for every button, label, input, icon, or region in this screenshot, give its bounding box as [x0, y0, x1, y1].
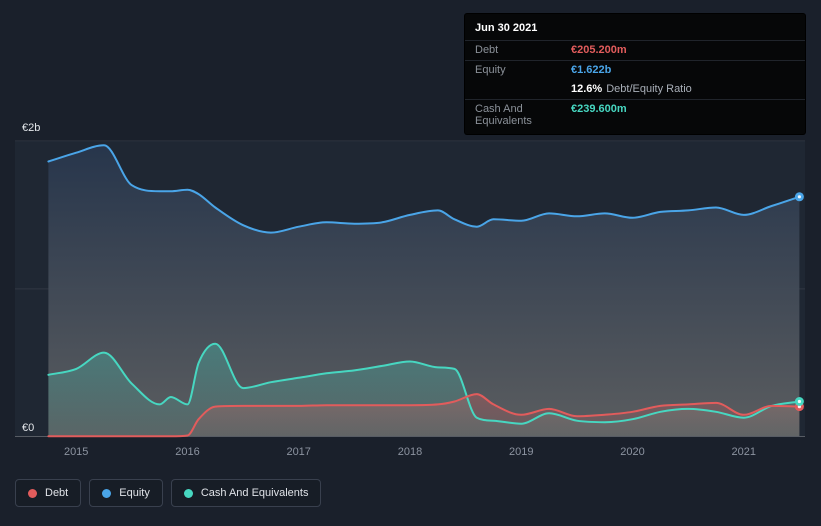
tooltip-ratio-row: 12.6% Debt/Equity Ratio: [465, 80, 805, 99]
legend-label-equity: Equity: [119, 487, 150, 499]
debt-series-swatch: [28, 488, 37, 498]
cash-series-swatch: [183, 488, 193, 498]
equity-series-swatch: [102, 488, 112, 498]
x-axis-label-2017: 2017: [286, 446, 311, 458]
debt-equity-history-page: Jun 30 2021 Debt €205.200m Equity €1.622…: [0, 0, 821, 526]
x-axis-label-2015: 2015: [63, 446, 89, 458]
tooltip-cash-row: Cash And Equivalents €239.600m: [465, 99, 805, 131]
tooltip-cash-label: Cash And Equivalents: [475, 103, 532, 127]
x-axis-label-2019: 2019: [509, 446, 534, 458]
legend: Debt Equity Cash And Equivalents: [15, 479, 322, 507]
tooltip-ratio-value: 12.6%: [571, 83, 603, 95]
tooltip-cash-value: €239.600m: [571, 103, 627, 115]
chart-canvas[interactable]: [15, 126, 805, 438]
cash-endpoint-marker-center: [797, 399, 802, 404]
equity-endpoint-marker-center: [797, 195, 802, 199]
x-axis: 2015 2016 2017 2018 2019 2020 2021: [15, 446, 805, 460]
tooltip-equity-row: Equity €1.622b: [465, 60, 805, 80]
y-axis-label-0: €0: [22, 422, 35, 434]
tooltip-date: Jun 30 2021: [475, 22, 538, 34]
tooltip-ratio-value-wrap: 12.6% Debt/Equity Ratio: [571, 83, 692, 95]
tooltip-equity-label: Equity: [475, 64, 506, 76]
x-axis-label-2018: 2018: [397, 446, 423, 458]
tooltip-ratio-label: Debt/Equity Ratio: [606, 83, 692, 95]
x-axis-label-2016: 2016: [175, 446, 200, 458]
tooltip-debt-value: €205.200m: [571, 44, 627, 56]
x-axis-label-2020: 2020: [620, 446, 645, 458]
tooltip-debt-label: Debt: [475, 44, 499, 56]
legend-label-debt: Debt: [45, 487, 69, 499]
chart-tooltip: Jun 30 2021 Debt €205.200m Equity €1.622…: [465, 14, 805, 134]
legend-item-cash[interactable]: Cash And Equivalents: [170, 479, 322, 507]
y-axis-label-2b: €2b: [22, 122, 41, 134]
tooltip-debt-row: Debt €205.200m: [465, 40, 805, 60]
legend-item-equity[interactable]: Equity: [89, 479, 163, 507]
tooltip-equity-value: €1.622b: [571, 64, 612, 76]
legend-label-cash: Cash And Equivalents: [200, 487, 309, 499]
legend-item-debt[interactable]: Debt: [15, 479, 82, 507]
x-axis-label-2021: 2021: [731, 446, 757, 458]
